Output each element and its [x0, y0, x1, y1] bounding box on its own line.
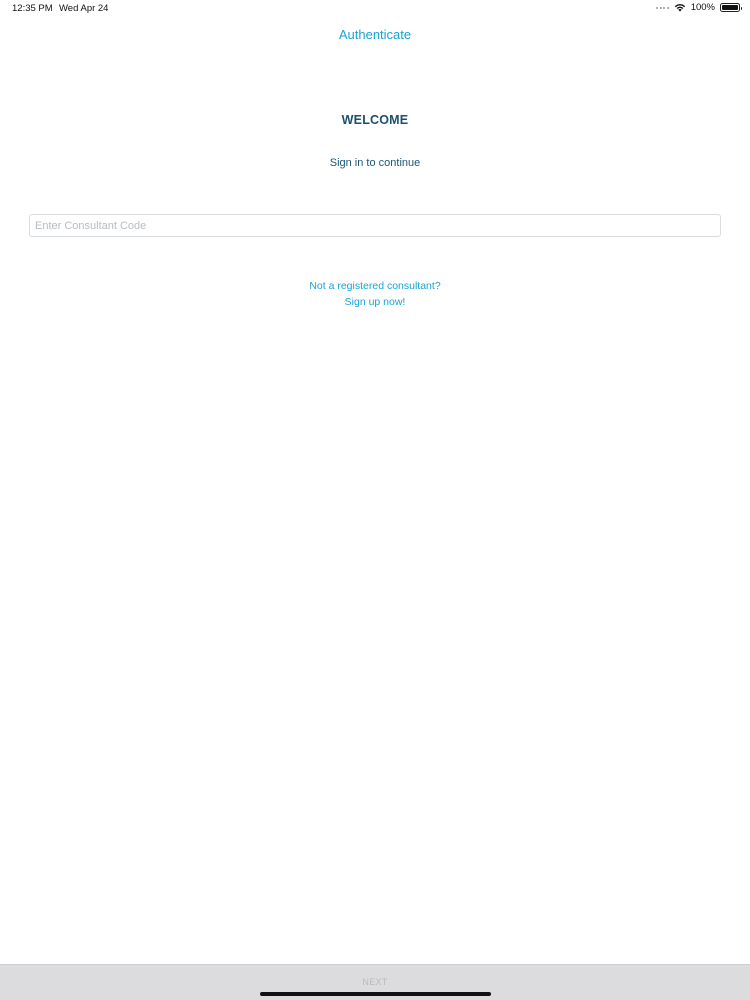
bottom-bar: NEXT — [0, 964, 750, 1000]
register-prompt: Not a registered consultant? — [309, 280, 441, 292]
welcome-heading: WELCOME — [341, 113, 409, 127]
sign-up-link[interactable]: Sign up now! — [0, 296, 750, 308]
home-indicator — [260, 992, 491, 996]
battery-fill — [722, 5, 738, 10]
next-button[interactable]: NEXT — [0, 977, 750, 987]
signal-dots-icon — [656, 6, 669, 9]
wifi-icon — [674, 4, 685, 12]
consultant-code-input[interactable] — [29, 214, 721, 237]
nav-title: Authenticate — [338, 27, 412, 42]
battery-icon — [720, 3, 742, 12]
sign-in-subtitle: Sign in to continue — [329, 157, 421, 169]
status-time: 12:35 PM — [12, 3, 53, 14]
status-indicators: 100% — [656, 2, 742, 13]
status-date: Wed Apr 24 — [59, 3, 109, 14]
battery-percentage: 100% — [690, 2, 715, 13]
authenticate-screen: 12:35 PM Wed Apr 24 100% Authenticate WE… — [0, 0, 750, 1000]
status-bar: 12:35 PM Wed Apr 24 100% — [0, 0, 750, 18]
